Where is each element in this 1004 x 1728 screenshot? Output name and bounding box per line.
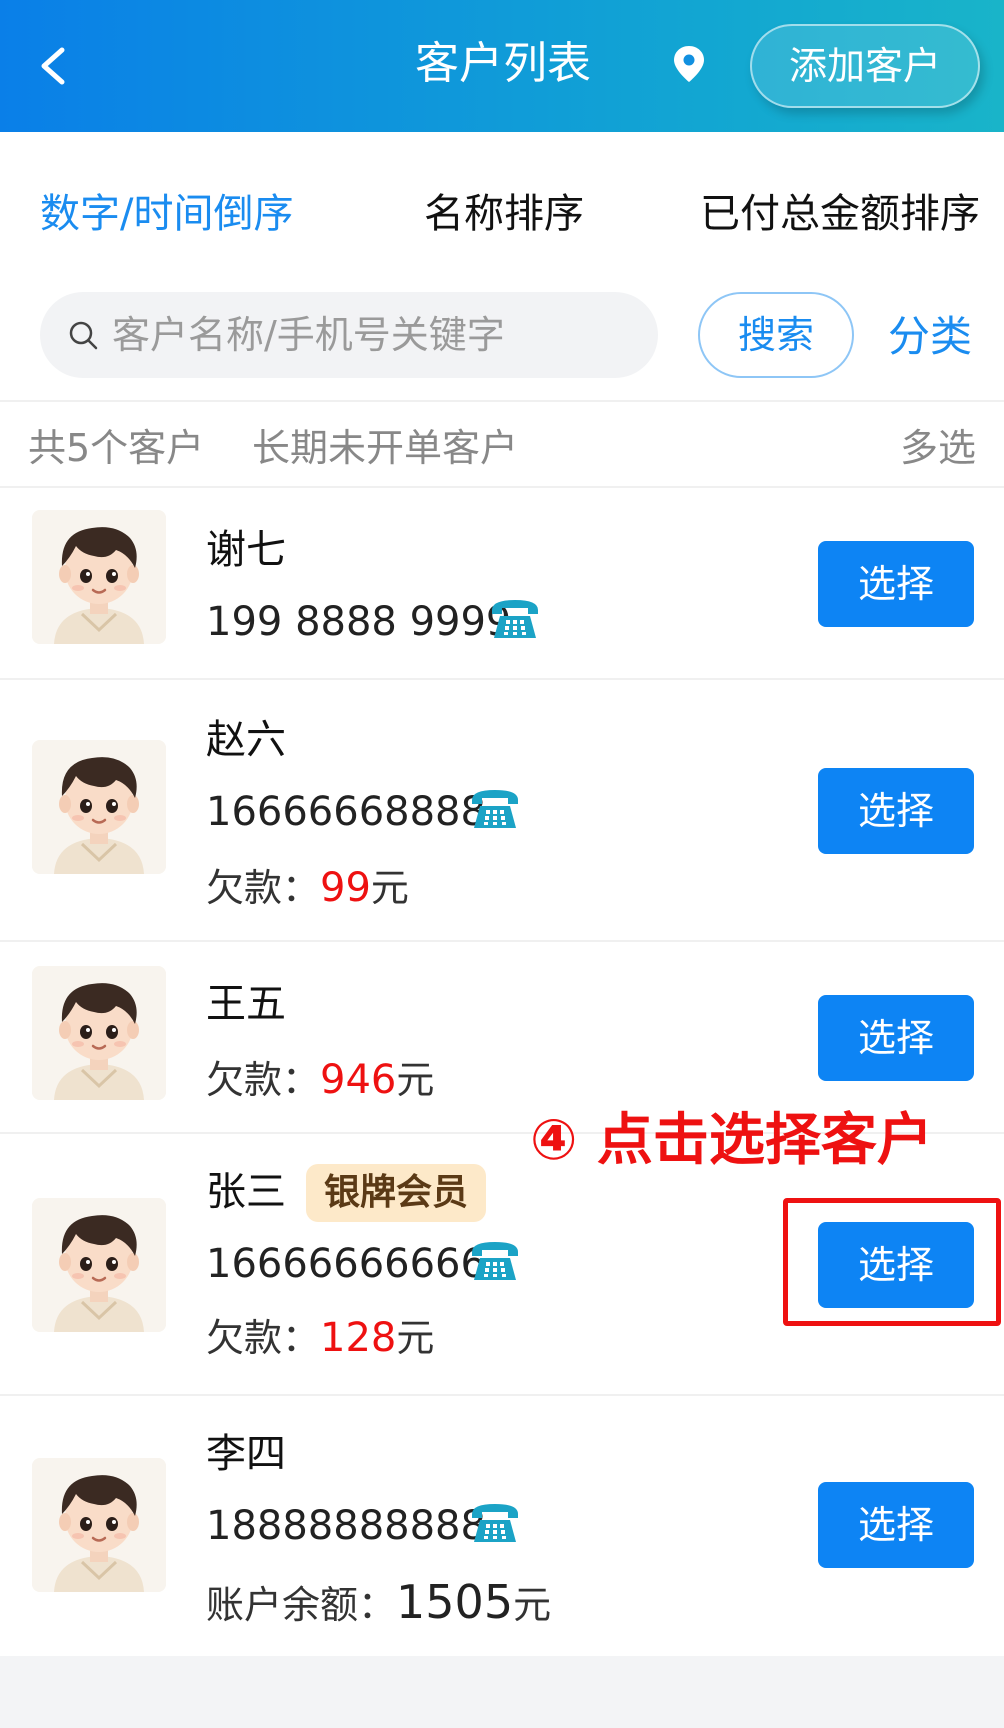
select-button[interactable]: 选择 [818, 1482, 974, 1568]
search-input[interactable] [112, 292, 642, 378]
phone-icon[interactable] [468, 1500, 522, 1546]
select-button[interactable]: 选择 [818, 541, 974, 627]
customer-name: 王五 [206, 981, 286, 1027]
app-header: 客户列表 添加客户 [0, 0, 1004, 132]
phone-icon[interactable] [488, 596, 542, 642]
avatar [32, 1458, 166, 1592]
tutorial-annotation: ④ 点击选择客户 [530, 1108, 933, 1173]
add-customer-button[interactable]: 添加客户 [750, 24, 980, 108]
currency-unit: 元 [396, 1058, 435, 1102]
debt-label: 欠款： [206, 1058, 321, 1102]
debt-line: 欠款：99元 [206, 860, 409, 916]
debt-amount: 946 [320, 1057, 397, 1103]
customer-name: 李四 [206, 1431, 286, 1477]
avatar [32, 510, 166, 644]
map-pin-icon[interactable] [672, 44, 706, 84]
member-badge: 银牌会员 [306, 1164, 487, 1222]
highlight-box [783, 1198, 1001, 1326]
search-box [40, 292, 658, 378]
phone-icon[interactable] [468, 786, 522, 832]
debt-label: 欠款： [206, 1316, 321, 1360]
customer-phone: 16666666666 [206, 1241, 486, 1287]
tab-sort-amount[interactable]: 已付总金额排序 [700, 182, 980, 246]
customer-name: 赵六 [206, 717, 286, 763]
currency-unit: 元 [370, 866, 409, 910]
balance-amount: 1505 [396, 1575, 514, 1629]
debt-line: 欠款：128元 [206, 1310, 434, 1366]
list-item[interactable]: 李四 18888888888 账户余额：1505元 选择 [0, 1396, 1004, 1656]
customer-phone: 16666668888 [206, 789, 486, 835]
category-button[interactable]: 分类 [880, 302, 980, 372]
debt-label: 欠款： [206, 866, 321, 910]
tab-sort-time[interactable]: 数字/时间倒序 [40, 182, 293, 246]
debt-amount: 128 [320, 1315, 397, 1361]
list-item[interactable]: 谢七 199 8888 9999 选择 [0, 488, 1004, 680]
currency-unit: 元 [396, 1316, 435, 1360]
search-icon [69, 321, 98, 350]
select-button[interactable]: 选择 [818, 768, 974, 854]
avatar [32, 740, 166, 874]
currency-unit: 元 [513, 1583, 552, 1627]
customer-phone: 18888888888 [206, 1503, 486, 1549]
balance-line: 账户余额：1505元 [206, 1574, 551, 1630]
bottom-area [0, 1656, 1004, 1728]
customer-phone: 199 8888 9999 [206, 599, 512, 645]
long-inactive-filter[interactable]: 长期未开单客户 [252, 418, 518, 478]
customer-name: 谢七 [206, 527, 286, 573]
avatar [32, 966, 166, 1100]
select-button[interactable]: 选择 [818, 995, 974, 1081]
chevron-left-icon[interactable] [34, 44, 74, 88]
avatar [32, 1198, 166, 1332]
customer-count: 共5个客户 [28, 426, 205, 470]
search-button[interactable]: 搜索 [698, 292, 854, 378]
customer-name: 张三 [206, 1169, 286, 1215]
phone-icon[interactable] [468, 1238, 522, 1284]
page-title: 客户列表 [415, 38, 591, 89]
divider [0, 400, 1004, 402]
multi-select-button[interactable]: 多选 [900, 418, 976, 478]
balance-label: 账户余额： [206, 1583, 397, 1627]
debt-amount: 99 [320, 865, 371, 911]
debt-line: 欠款：946元 [206, 1052, 434, 1108]
list-item[interactable]: 赵六 16666668888 欠款：99元 选择 [0, 680, 1004, 942]
tab-sort-name[interactable]: 名称排序 [424, 182, 584, 246]
